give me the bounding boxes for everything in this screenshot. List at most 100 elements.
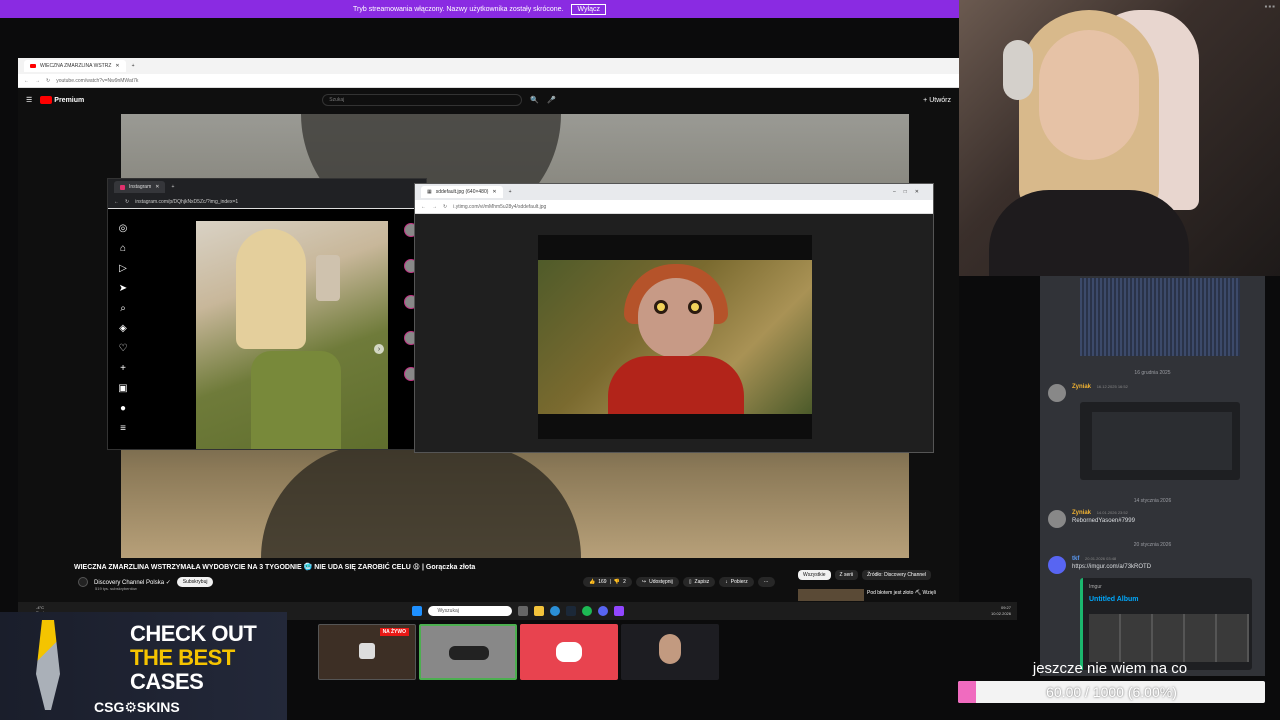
url-text: i.ytimg.com/vi/mMhm5u28y4/sddefault.jpg [453, 203, 547, 210]
disable-streaming-button[interactable]: Wyłącz [571, 3, 606, 15]
new-tab-icon[interactable]: + [509, 189, 512, 195]
video-actions: 👍 169 | 👎 2 ↪ Udostępnij ▯ Zapisz ↓ Pobierz ⋯ [583, 577, 775, 587]
back-icon[interactable]: ← [114, 199, 119, 205]
new-tab-icon[interactable]: + [171, 184, 174, 190]
recommendation-title[interactable]: Pod błotem jest złoto ⛏ Wzięli [867, 590, 936, 596]
thumbs-down-icon[interactable]: 👎 [614, 579, 620, 585]
forward-icon[interactable]: → [432, 204, 437, 210]
instagram-logo-icon[interactable]: ◎ [119, 223, 128, 234]
chrome-icon[interactable] [549, 606, 560, 616]
close-icon[interactable]: ✕ [155, 184, 159, 190]
explore-icon[interactable]: ◈ [119, 323, 127, 334]
search-icon[interactable]: 🔍 [530, 96, 539, 104]
displayed-image[interactable] [538, 260, 812, 414]
discord-avatar[interactable] [1048, 556, 1066, 574]
search-icon[interactable]: ⌕ [120, 303, 126, 314]
spotify-icon[interactable] [581, 606, 592, 616]
notifications-icon[interactable]: ♡ [119, 343, 128, 354]
embed-image[interactable] [1089, 614, 1249, 662]
forward-icon[interactable]: → [35, 78, 40, 84]
window-controls[interactable]: –□✕ [893, 189, 927, 195]
reload-icon[interactable]: ↻ [125, 199, 129, 205]
reload-icon[interactable]: ↻ [46, 78, 50, 84]
save-button[interactable]: ▯ Zapisz [682, 577, 716, 587]
chip-all[interactable]: Wszystkie [798, 570, 831, 580]
windows-start-icon[interactable] [411, 606, 422, 616]
reload-icon[interactable]: ↻ [443, 204, 447, 210]
embed-title[interactable]: Untitled Album [1089, 596, 1139, 603]
attachment-image[interactable] [1080, 278, 1240, 356]
message-time: 14.01.2026 23:52 [1096, 510, 1128, 515]
file-explorer-icon[interactable] [533, 606, 544, 616]
channel-name[interactable]: Discovery Channel Polska ✓ [94, 579, 171, 586]
more-options-icon[interactable]: ⋯ [757, 577, 775, 587]
youtube-logo[interactable]: Premium [40, 96, 84, 104]
date-separator: 16 grudnia 2025 [1134, 370, 1171, 376]
subscribe-button[interactable]: Subskrybuj [176, 577, 214, 587]
search-input[interactable]: Szukaj [322, 94, 523, 106]
menu-icon[interactable]: ☰ [26, 96, 32, 104]
instagram-favicon-icon [120, 184, 125, 190]
dashboard-icon[interactable]: ▣ [118, 383, 127, 394]
message-time: 16.12.2025 16:52 [1096, 384, 1128, 389]
taskbar-clock[interactable]: 09:27 10.02.2026 [991, 605, 1011, 617]
address-bar[interactable]: ← → ↻ youtube.com/watch?v=Nw9nMWat7k [18, 74, 959, 88]
new-tab-icon[interactable]: + [132, 63, 135, 69]
thumbnail-stream[interactable]: NA ŻYWO [318, 624, 416, 680]
recommendation-chips: Wszystkie Z serii Źródło: Discovery Chan… [798, 570, 932, 580]
message-author[interactable]: Zyniak [1072, 384, 1091, 390]
create-icon[interactable]: + [120, 363, 126, 374]
back-icon[interactable]: ← [421, 204, 426, 210]
download-button[interactable]: ↓ Pobierz [719, 577, 754, 587]
thumbnail-car[interactable] [419, 624, 517, 680]
thumbnail-person[interactable] [621, 624, 719, 680]
url-text: instagram.com/p/DQhjkNxD5Zc/?img_index=1 [135, 198, 239, 205]
next-photo-icon[interactable]: › [374, 344, 384, 354]
window-controls[interactable]: ▪▪▪ [1264, 2, 1276, 11]
avatar[interactable] [1048, 510, 1066, 528]
instagram-post-photo[interactable] [196, 221, 388, 449]
more-menu-icon[interactable]: ≡ [120, 423, 126, 434]
close-icon[interactable]: ✕ [115, 63, 119, 69]
obs-icon[interactable] [613, 606, 624, 616]
chip-series[interactable]: Z serii [834, 570, 859, 580]
avatar[interactable] [1048, 384, 1066, 402]
microphone-icon[interactable]: 🎤 [547, 96, 556, 104]
message-link[interactable]: https://imgur.com/a/73kROTD [1072, 564, 1151, 570]
share-button[interactable]: ↪ Udostępnij [635, 577, 679, 587]
instagram-address-bar[interactable]: ← ↻ instagram.com/p/DQhjkNxD5Zc/?img_ind… [108, 195, 426, 209]
close-icon[interactable]: ✕ [492, 189, 496, 195]
task-view-icon[interactable] [517, 606, 528, 616]
message-author[interactable]: tkf [1072, 556, 1079, 562]
steam-icon[interactable] [565, 606, 576, 616]
tab-instagram[interactable]: Instagram ✕ [114, 181, 166, 193]
thumbnail-discord[interactable] [520, 624, 618, 680]
attachment-screenshot[interactable] [1080, 402, 1240, 480]
home-icon[interactable]: ⌂ [120, 243, 126, 254]
tab-title: sddefault.jpg (640×480) [435, 189, 489, 195]
channel-avatar[interactable] [78, 577, 88, 587]
ad-line-1: CHECK OUT [130, 621, 257, 646]
reels-icon[interactable]: ▷ [119, 263, 127, 274]
image-address-bar[interactable]: ← → ↻ i.ytimg.com/vi/mMhm5u28y4/sddefaul… [415, 200, 933, 214]
create-button[interactable]: + Utwórz [923, 97, 951, 104]
image-canvas [538, 235, 812, 439]
chip-source[interactable]: Źródło: Discovery Channel [862, 570, 932, 580]
back-icon[interactable]: ← [24, 78, 29, 84]
messages-icon[interactable]: ➤ [119, 283, 127, 294]
download-icon: ↓ [725, 579, 728, 585]
clock-date: 10.02.2026 [990, 611, 1011, 616]
recommendation-thumbnail[interactable] [798, 589, 864, 601]
ad-line-2: THE BEST [130, 645, 235, 670]
character-face [638, 278, 714, 358]
like-button[interactable]: 👍 169 | 👎 2 [583, 577, 632, 587]
download-label: Pobierz [730, 579, 748, 585]
tab-image[interactable]: ▦ sddefault.jpg (640×480) ✕ [421, 186, 503, 198]
discord-icon[interactable] [597, 606, 608, 616]
tab-youtube[interactable]: WIECZNA ZMARZLINA WSTRZ ✕ [24, 60, 126, 72]
taskbar-search[interactable]: Wyszukaj [427, 606, 512, 616]
profile-icon[interactable]: ● [120, 403, 126, 414]
screen-icon [359, 643, 375, 659]
message-author[interactable]: Zyniak [1072, 510, 1091, 516]
character-eye-right [688, 300, 702, 314]
